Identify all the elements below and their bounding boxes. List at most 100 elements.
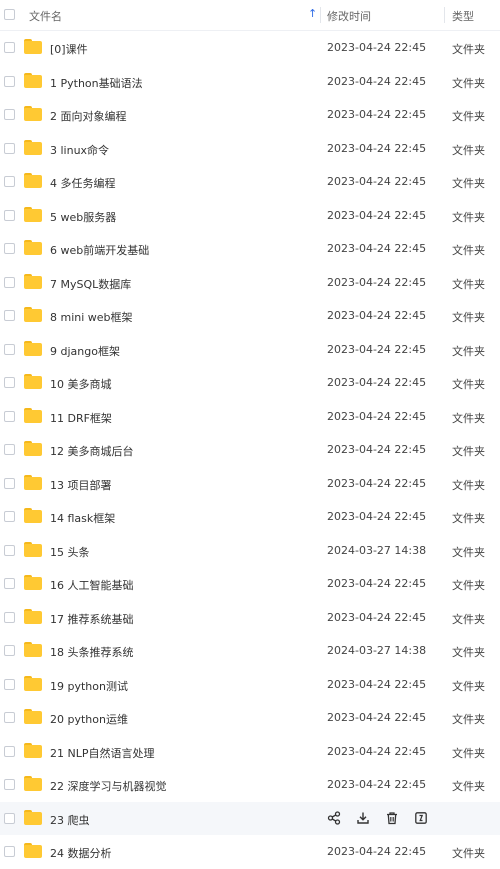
file-row[interactable]: 16 人工智能基础 2023-04-24 22:45 文件夹	[0, 567, 500, 601]
column-header-time[interactable]: 修改时间	[327, 8, 371, 24]
file-modified-time: 2023-04-24 22:45	[327, 242, 427, 255]
file-row[interactable]: 5 web服务器 2023-04-24 22:45 文件夹	[0, 199, 500, 233]
file-name[interactable]: 1 Python基础语法	[50, 75, 143, 91]
file-modified-time: 2023-04-24 22:45	[327, 577, 427, 590]
file-name[interactable]: 17 推荐系统基础	[50, 611, 134, 627]
row-checkbox[interactable]	[4, 42, 15, 53]
file-name[interactable]: 12 美多商城后台	[50, 443, 134, 459]
file-modified-time: 2023-04-24 22:45	[327, 108, 427, 121]
row-checkbox[interactable]	[4, 611, 15, 623]
row-checkbox[interactable]	[4, 745, 15, 757]
file-row[interactable]: 6 web前端开发基础 2023-04-24 22:45 文件夹	[0, 232, 500, 266]
file-row[interactable]: 17 推荐系统基础 2023-04-24 22:45 文件夹	[0, 601, 500, 635]
select-all-checkbox[interactable]	[4, 9, 15, 20]
file-name[interactable]: 8 mini web框架	[50, 309, 133, 325]
file-type: 文件夹	[452, 847, 485, 860]
file-row[interactable]: 23 爬虫	[0, 801, 500, 835]
row-checkbox[interactable]	[4, 444, 15, 455]
share-icon[interactable]	[327, 810, 341, 825]
file-row[interactable]: 8 mini web框架 2023-04-24 22:45 文件夹	[0, 299, 500, 333]
file-name[interactable]: 23 爬虫	[50, 812, 90, 828]
column-header-type[interactable]: 类型	[452, 8, 474, 24]
row-checkbox[interactable]	[4, 75, 15, 87]
row-checkbox[interactable]	[4, 176, 15, 187]
file-row[interactable]: 13 项目部署 2023-04-24 22:45 文件夹	[0, 467, 500, 501]
delete-icon[interactable]	[385, 811, 399, 825]
file-row[interactable]: 19 python测试 2023-04-24 22:45 文件夹	[0, 668, 500, 702]
file-name[interactable]: 21 NLP自然语言处理	[50, 745, 154, 761]
file-row[interactable]: 20 python运维 2023-04-24 22:45 文件夹	[0, 701, 500, 735]
file-modified-time: 2023-04-24 22:45	[327, 845, 427, 858]
folder-icon	[24, 206, 42, 222]
file-row[interactable]: 7 MySQL数据库 2023-04-24 22:45 文件夹	[0, 266, 500, 300]
file-row[interactable]: 11 DRF框架 2023-04-24 22:45 文件夹	[0, 400, 500, 434]
file-row[interactable]: 15 头条 2024-03-27 14:38 文件夹	[0, 534, 500, 568]
file-row[interactable]: 3 linux命令 2023-04-24 22:45 文件夹	[0, 132, 500, 166]
row-checkbox[interactable]	[4, 377, 15, 388]
file-row[interactable]: 1 Python基础语法 2023-04-24 22:45 文件夹	[0, 65, 500, 99]
file-type: 文件夹	[452, 143, 485, 157]
row-checkbox[interactable]	[4, 678, 15, 690]
file-name[interactable]: 2 面向对象编程	[50, 108, 127, 124]
file-name[interactable]: 13 项目部署	[50, 477, 112, 493]
file-row[interactable]: 2 面向对象编程 2023-04-24 22:45 文件夹	[0, 98, 500, 132]
row-checkbox[interactable]	[4, 142, 15, 154]
row-checkbox[interactable]	[4, 812, 15, 824]
row-checkbox[interactable]	[4, 846, 15, 857]
file-name[interactable]: 19 python测试	[50, 678, 128, 694]
file-name[interactable]: 16 人工智能基础	[50, 577, 134, 593]
row-checkbox[interactable]	[4, 477, 15, 489]
file-name[interactable]: 10 美多商城	[50, 376, 112, 392]
file-type: 文件夹	[452, 177, 485, 190]
file-name[interactable]: 15 头条	[50, 544, 90, 560]
file-name[interactable]: 3 linux命令	[50, 142, 109, 158]
file-row[interactable]: 4 多任务编程 2023-04-24 22:45 文件夹	[0, 165, 500, 199]
file-name[interactable]: 20 python运维	[50, 711, 128, 727]
file-row[interactable]: 9 django框架 2023-04-24 22:45 文件夹	[0, 333, 500, 367]
file-row[interactable]: 14 flask框架 2023-04-24 22:45 文件夹	[0, 500, 500, 534]
file-name[interactable]: 11 DRF框架	[50, 410, 112, 426]
row-checkbox[interactable]	[4, 310, 15, 321]
row-checkbox[interactable]	[4, 243, 15, 254]
file-row[interactable]: 18 头条推荐系统 2024-03-27 14:38 文件夹	[0, 634, 500, 668]
row-checkbox[interactable]	[4, 645, 15, 656]
file-name[interactable]: 7 MySQL数据库	[50, 276, 131, 292]
row-checkbox[interactable]	[4, 109, 15, 120]
row-checkbox[interactable]	[4, 578, 15, 589]
file-row[interactable]: 21 NLP自然语言处理 2023-04-24 22:45 文件夹	[0, 735, 500, 769]
column-header-name[interactable]: 文件名	[29, 8, 62, 24]
file-name[interactable]: [0]课件	[50, 41, 88, 57]
file-modified-time: 2023-04-24 22:45	[327, 778, 427, 791]
file-row[interactable]: [0]课件 2023-04-24 22:45 文件夹	[0, 31, 500, 65]
row-checkbox[interactable]	[4, 410, 15, 422]
row-checkbox[interactable]	[4, 511, 15, 522]
row-checkbox[interactable]	[4, 779, 15, 790]
file-name[interactable]: 5 web服务器	[50, 209, 116, 225]
file-row[interactable]: 22 深度学习与机器视觉 2023-04-24 22:45 文件夹	[0, 768, 500, 802]
file-row[interactable]: 12 美多商城后台 2023-04-24 22:45 文件夹	[0, 433, 500, 467]
file-modified-time: 2023-04-24 22:45	[327, 208, 427, 222]
row-checkbox[interactable]	[4, 276, 15, 288]
file-name[interactable]: 14 flask框架	[50, 510, 115, 526]
file-name[interactable]: 6 web前端开发基础	[50, 242, 149, 258]
file-modified-time: 2024-03-27 14:38	[327, 644, 427, 657]
file-name[interactable]: 22 深度学习与机器视觉	[50, 778, 167, 794]
file-type: 文件夹	[452, 411, 485, 425]
row-checkbox[interactable]	[4, 209, 15, 221]
file-modified-time: 2023-04-24 22:45	[327, 476, 427, 490]
download-icon[interactable]	[356, 811, 370, 825]
sort-arrow-icon[interactable]: ↑	[308, 7, 317, 20]
file-row[interactable]: 24 数据分析 2023-04-24 22:45 文件夹	[0, 835, 500, 869]
file-row[interactable]: 10 美多商城 2023-04-24 22:45 文件夹	[0, 366, 500, 400]
more-icon[interactable]	[414, 811, 428, 825]
file-name[interactable]: 24 数据分析	[50, 845, 112, 861]
file-type: 文件夹	[452, 43, 485, 56]
folder-icon	[24, 776, 42, 791]
row-checkbox[interactable]	[4, 712, 15, 723]
row-checkbox[interactable]	[4, 343, 15, 355]
row-checkbox[interactable]	[4, 544, 15, 556]
file-name[interactable]: 9 django框架	[50, 343, 120, 359]
file-type: 文件夹	[452, 746, 485, 760]
file-name[interactable]: 4 多任务编程	[50, 175, 116, 191]
file-name[interactable]: 18 头条推荐系统	[50, 644, 134, 660]
